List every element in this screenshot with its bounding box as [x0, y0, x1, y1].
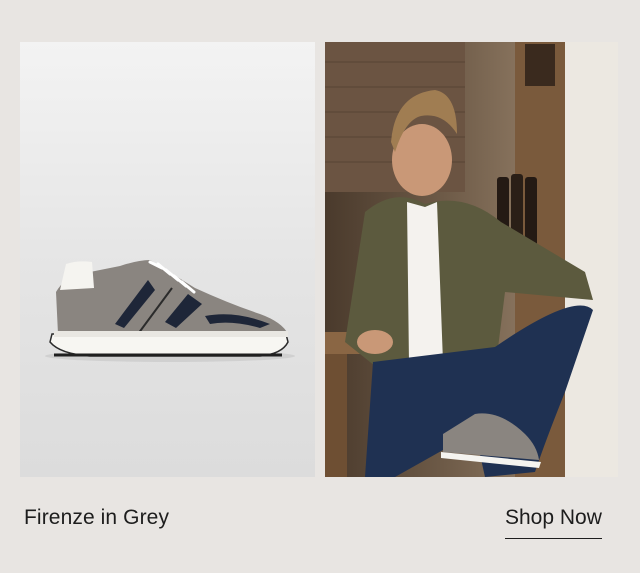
- man-in-wine-bar-illustration: [325, 42, 618, 477]
- lifestyle-image[interactable]: [325, 42, 618, 477]
- product-image[interactable]: [20, 42, 315, 477]
- product-name: Firenze in Grey: [24, 506, 170, 529]
- shop-now-link[interactable]: Shop Now: [505, 506, 602, 539]
- sneaker-illustration: [45, 260, 295, 362]
